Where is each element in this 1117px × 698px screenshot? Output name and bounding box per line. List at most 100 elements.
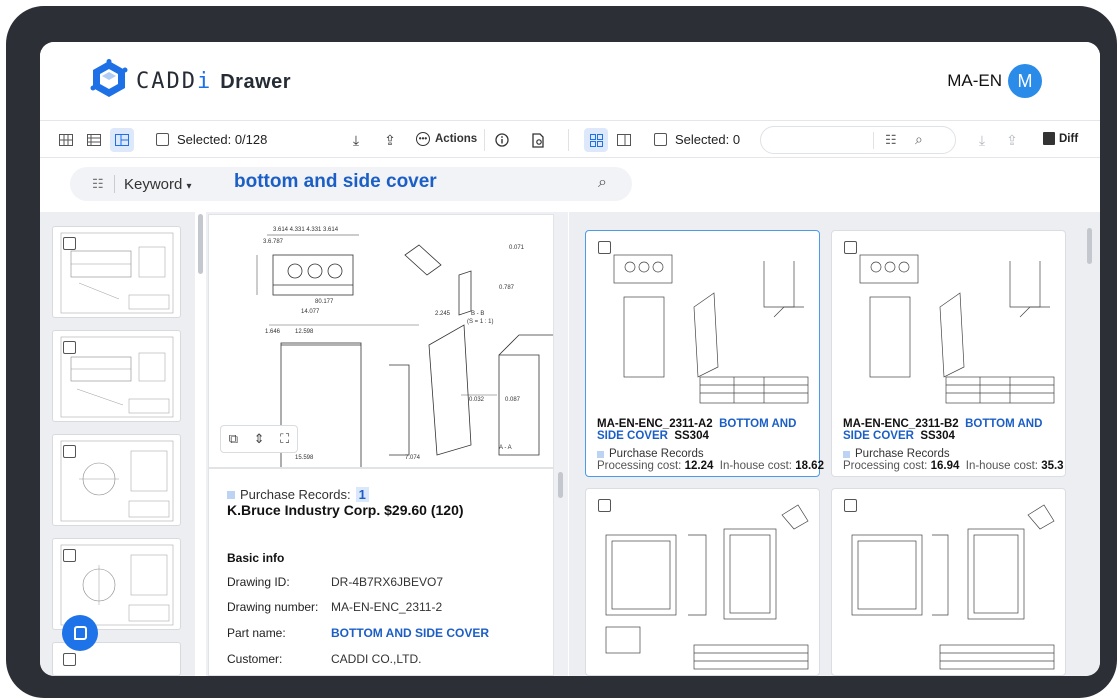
grid-view-icon: [59, 134, 73, 146]
drawing-thumbnail: [613, 254, 809, 404]
result-card[interactable]: MA-EN-ENC_2311-B2 BOTTOM AND SIDE COVER …: [831, 230, 1066, 477]
inhouse-cost-value: 18.62: [795, 460, 824, 472]
result-title[interactable]: MA-EN-ENC_2311-B2 BOTTOM AND SIDE COVER …: [843, 418, 1058, 442]
thumbnail-checkbox[interactable]: [63, 653, 76, 666]
brand-caddi: CADDi: [136, 69, 213, 94]
chat-support-button[interactable]: [62, 615, 98, 651]
select-all-right-checkbox[interactable]: [654, 133, 667, 146]
customer-label: Customer:: [227, 652, 283, 666]
customer-value: CADDI CO.,LTD.: [331, 652, 422, 666]
split-view-button[interactable]: [110, 128, 134, 152]
info-icon: [495, 133, 509, 147]
inhouse-cost-value: 35.3: [1041, 460, 1064, 472]
result-checkbox[interactable]: [598, 499, 611, 512]
result-title[interactable]: MA-EN-ENC_2311-A2 BOTTOM AND SIDE COVER …: [597, 418, 812, 442]
result-card[interactable]: [585, 488, 820, 676]
thumbnail-item[interactable]: [52, 330, 181, 422]
results-scrollbar[interactable]: [1087, 228, 1092, 264]
download-icon: ⤓: [978, 131, 986, 148]
fit-height-icon[interactable]: ⇕: [254, 431, 265, 447]
list-view-button[interactable]: [82, 128, 106, 152]
detail-scrollbar[interactable]: [558, 472, 563, 498]
diff-button[interactable]: Diff: [1043, 132, 1078, 145]
pane-divider: [568, 129, 569, 151]
brand-accent-letter: i: [196, 69, 213, 94]
grid-view-icon: [589, 133, 603, 147]
search-mode-dropdown[interactable]: Keyword ▾: [124, 176, 192, 193]
download-button[interactable]: ⤓: [346, 130, 366, 150]
search-divider: [873, 132, 874, 149]
result-checkbox[interactable]: [844, 499, 857, 512]
diff-label: Diff: [1059, 132, 1079, 145]
document-search-icon: [532, 132, 544, 148]
processing-cost-label: Processing cost:: [597, 460, 682, 472]
result-search-box[interactable]: ☷ ⌕: [760, 126, 956, 154]
fullscreen-icon[interactable]: ⛶: [280, 431, 289, 447]
thumbnail-checkbox[interactable]: [63, 341, 76, 354]
selected-count-left: Selected: 0/128: [177, 132, 268, 147]
drawing-thumbnail: [605, 504, 809, 670]
search-icon[interactable]: ⌕: [598, 174, 607, 192]
result-checkbox[interactable]: [844, 241, 857, 254]
result-purchase-records[interactable]: Purchase Records: [843, 448, 950, 460]
result-costs: Processing cost: 12.24 In-house cost: 18…: [597, 460, 824, 472]
search-query[interactable]: bottom and side cover: [234, 171, 437, 193]
download-icon: ⤓: [352, 131, 360, 148]
drawing-thumbnail: [851, 504, 1055, 670]
actions-button[interactable]: ••• Actions: [416, 132, 477, 146]
select-all-checkbox[interactable]: [156, 133, 169, 146]
result-checkbox[interactable]: [598, 241, 611, 254]
processing-cost-value: 12.24: [684, 460, 714, 472]
right-share-button[interactable]: ⇪: [1002, 130, 1022, 150]
search-icon[interactable]: ⌕: [915, 131, 923, 148]
filter-icon[interactable]: ☷: [92, 176, 104, 192]
thumbnail-checkbox[interactable]: [63, 445, 76, 458]
right-grid-view-button[interactable]: [584, 128, 608, 152]
result-code: MA-EN-ENC_2311-B2: [843, 418, 959, 430]
svg-text:0.032: 0.032: [469, 397, 485, 403]
thumbnail-checkbox[interactable]: [63, 549, 76, 562]
result-card[interactable]: [831, 488, 1066, 676]
compare-button[interactable]: [528, 130, 548, 150]
part-name-label: Part name:: [227, 626, 286, 640]
result-card[interactable]: MA-EN-ENC_2311-A2 BOTTOM AND SIDE COVER …: [585, 230, 824, 477]
thumbnail-list[interactable]: [40, 212, 195, 676]
thumbnail-checkbox[interactable]: [63, 237, 76, 250]
right-panel-view-button[interactable]: [612, 128, 636, 152]
result-purchase-records[interactable]: Purchase Records: [597, 448, 704, 460]
info-button[interactable]: [492, 130, 512, 150]
brand-name: CADDi Drawer: [136, 69, 291, 94]
purchase-records-label: Purchase Records: [609, 448, 704, 460]
drawing-number-value: MA-EN-ENC_2311-2: [331, 600, 443, 614]
thumbnail-item[interactable]: [52, 434, 181, 526]
inhouse-cost-label: In-house cost:: [965, 460, 1038, 472]
svg-text:1.646: 1.646: [265, 329, 281, 335]
purchase-marker-icon: [843, 450, 850, 458]
user-menu[interactable]: MA-EN M: [947, 64, 1042, 98]
drawing-number-row: Drawing number: MA-EN-ENC_2311-2: [227, 600, 442, 614]
filter-icon[interactable]: ☷: [885, 132, 897, 148]
purchase-records[interactable]: Purchase Records: 1: [227, 487, 369, 502]
grid-view-button[interactable]: [54, 128, 78, 152]
purchase-records-count[interactable]: 1: [355, 487, 369, 502]
drawing-thumbnail: [60, 440, 174, 522]
keyword-search-bar[interactable]: ☷ Keyword ▾ bottom and side cover ⌕: [70, 167, 632, 201]
select-all-right[interactable]: Selected: 0: [654, 132, 740, 147]
drawing-thumbnail: [60, 336, 174, 418]
svg-text:15.598: 15.598: [295, 455, 314, 461]
right-download-button[interactable]: ⤓: [972, 130, 992, 150]
open-external-icon[interactable]: ⧉: [229, 431, 238, 447]
selected-count-right: Selected: 0: [675, 132, 741, 147]
thumbnail-scrollbar[interactable]: [198, 214, 203, 274]
share-button[interactable]: ⇪: [380, 130, 400, 150]
preview-toolbar: ⧉ ⇕ ⛶: [220, 425, 298, 453]
svg-text:B - B: B - B: [471, 311, 484, 317]
avatar[interactable]: M: [1008, 64, 1042, 98]
split-view-icon: [115, 134, 129, 146]
thumbnail-item[interactable]: [52, 226, 181, 318]
select-all-left[interactable]: Selected: 0/128: [156, 132, 267, 147]
svg-text:12.598: 12.598: [295, 329, 314, 335]
part-name-value[interactable]: BOTTOM AND SIDE COVER: [331, 626, 489, 640]
supplier-line: K.Bruce Industry Corp. $29.60 (120): [227, 502, 464, 518]
svg-text:0.087: 0.087: [505, 397, 521, 403]
